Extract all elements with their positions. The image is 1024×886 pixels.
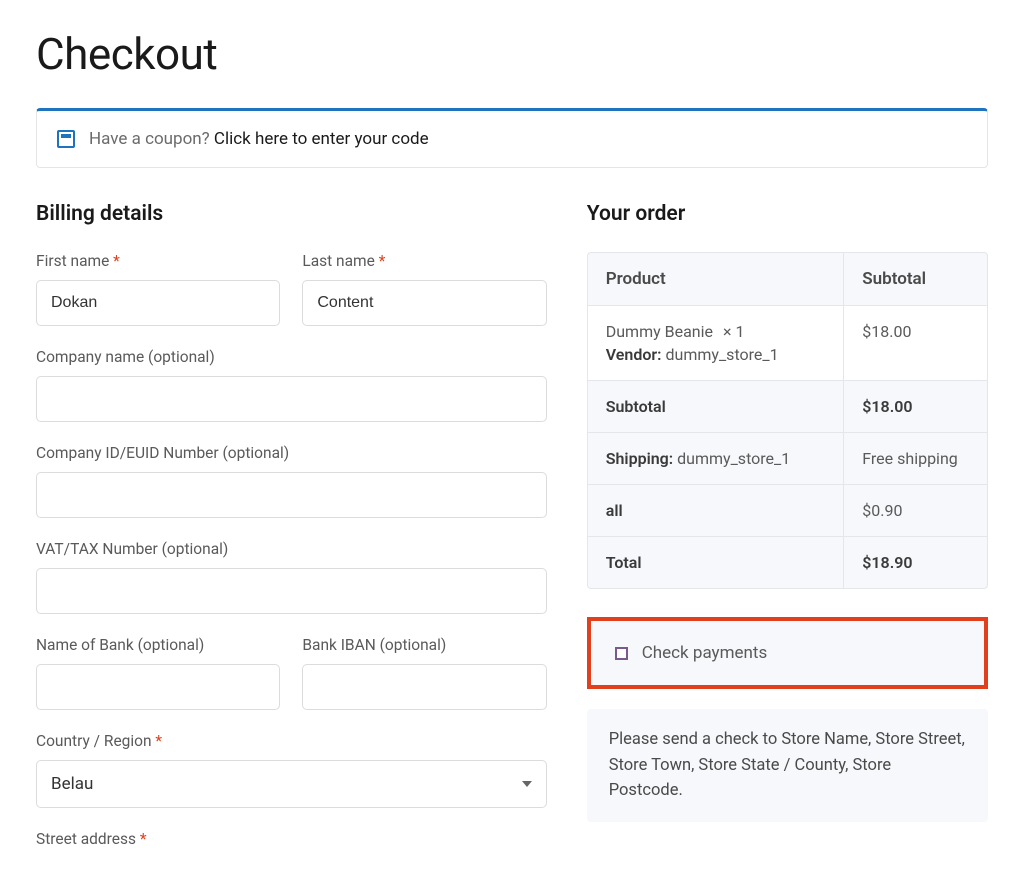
first-name-label: First name * bbox=[36, 252, 280, 270]
order-item-qty: × 1 bbox=[723, 322, 745, 341]
bank-name-label: Name of Bank (optional) bbox=[36, 636, 280, 654]
coupon-toggle-link[interactable]: Click here to enter your code bbox=[214, 129, 429, 149]
required-asterisk: * bbox=[140, 830, 147, 848]
first-name-label-text: First name bbox=[36, 252, 109, 270]
bank-name-input[interactable] bbox=[36, 664, 280, 710]
payment-method-label: Check payments bbox=[642, 643, 768, 663]
order-column: Your order Product Subtotal Dummy Beanie… bbox=[587, 202, 988, 858]
radio-icon bbox=[615, 647, 628, 660]
first-name-input[interactable] bbox=[36, 280, 280, 326]
required-asterisk: * bbox=[155, 732, 162, 750]
billing-heading: Billing details bbox=[36, 202, 547, 226]
billing-column: Billing details First name * Last name *… bbox=[36, 202, 547, 858]
coupon-prompt-text: Have a coupon? bbox=[89, 129, 214, 149]
order-all-label: all bbox=[588, 485, 844, 536]
order-total-value: $18.90 bbox=[843, 537, 987, 588]
vat-tax-input[interactable] bbox=[36, 568, 547, 614]
payment-method-description: Please send a check to Store Name, Store… bbox=[587, 709, 988, 822]
order-item-subtotal: $18.00 bbox=[843, 306, 987, 380]
required-asterisk: * bbox=[379, 252, 386, 270]
order-header-subtotal: Subtotal bbox=[843, 253, 987, 305]
country-label-text: Country / Region bbox=[36, 732, 152, 750]
order-summary-table: Product Subtotal Dummy Beanie × 1 Vendor… bbox=[587, 252, 988, 589]
chevron-down-icon bbox=[522, 781, 532, 787]
country-select-value: Belau bbox=[51, 774, 93, 794]
order-shipping-value: Free shipping bbox=[843, 433, 987, 484]
vendor-label: Vendor: bbox=[606, 345, 662, 364]
order-shipping-label-text: Shipping: bbox=[606, 449, 673, 468]
vendor-name: dummy_store_1 bbox=[665, 345, 778, 364]
last-name-label-text: Last name bbox=[302, 252, 375, 270]
bank-iban-input[interactable] bbox=[302, 664, 546, 710]
country-label: Country / Region * bbox=[36, 732, 547, 750]
order-total-label: Total bbox=[588, 537, 844, 588]
order-all-value: $0.90 bbox=[843, 485, 987, 536]
street-address-label-text: Street address bbox=[36, 830, 136, 848]
bank-iban-label: Bank IBAN (optional) bbox=[302, 636, 546, 654]
company-id-input[interactable] bbox=[36, 472, 547, 518]
coupon-icon bbox=[57, 130, 75, 148]
order-heading: Your order bbox=[587, 202, 988, 226]
order-subtotal-value: $18.00 bbox=[843, 381, 987, 432]
company-name-input[interactable] bbox=[36, 376, 547, 422]
order-shipping-vendor: dummy_store_1 bbox=[677, 449, 790, 468]
country-select[interactable]: Belau bbox=[36, 760, 547, 808]
payment-method-check[interactable]: Check payments bbox=[587, 617, 988, 689]
order-item-name: Dummy Beanie bbox=[606, 322, 713, 341]
order-shipping-label: Shipping: dummy_store_1 bbox=[588, 433, 844, 484]
order-item-cell: Dummy Beanie × 1 Vendor: dummy_store_1 bbox=[588, 306, 844, 380]
company-name-label: Company name (optional) bbox=[36, 348, 547, 366]
required-asterisk: * bbox=[113, 252, 120, 270]
order-subtotal-label: Subtotal bbox=[588, 381, 844, 432]
coupon-banner: Have a coupon? Click here to enter your … bbox=[36, 108, 988, 168]
page-title: Checkout bbox=[36, 28, 988, 80]
last-name-label: Last name * bbox=[302, 252, 546, 270]
last-name-input[interactable] bbox=[302, 280, 546, 326]
street-address-label: Street address * bbox=[36, 830, 547, 848]
order-header-product: Product bbox=[588, 253, 844, 305]
coupon-prompt: Have a coupon? Click here to enter your … bbox=[89, 129, 429, 149]
company-id-label: Company ID/EUID Number (optional) bbox=[36, 444, 547, 462]
vat-tax-label: VAT/TAX Number (optional) bbox=[36, 540, 547, 558]
